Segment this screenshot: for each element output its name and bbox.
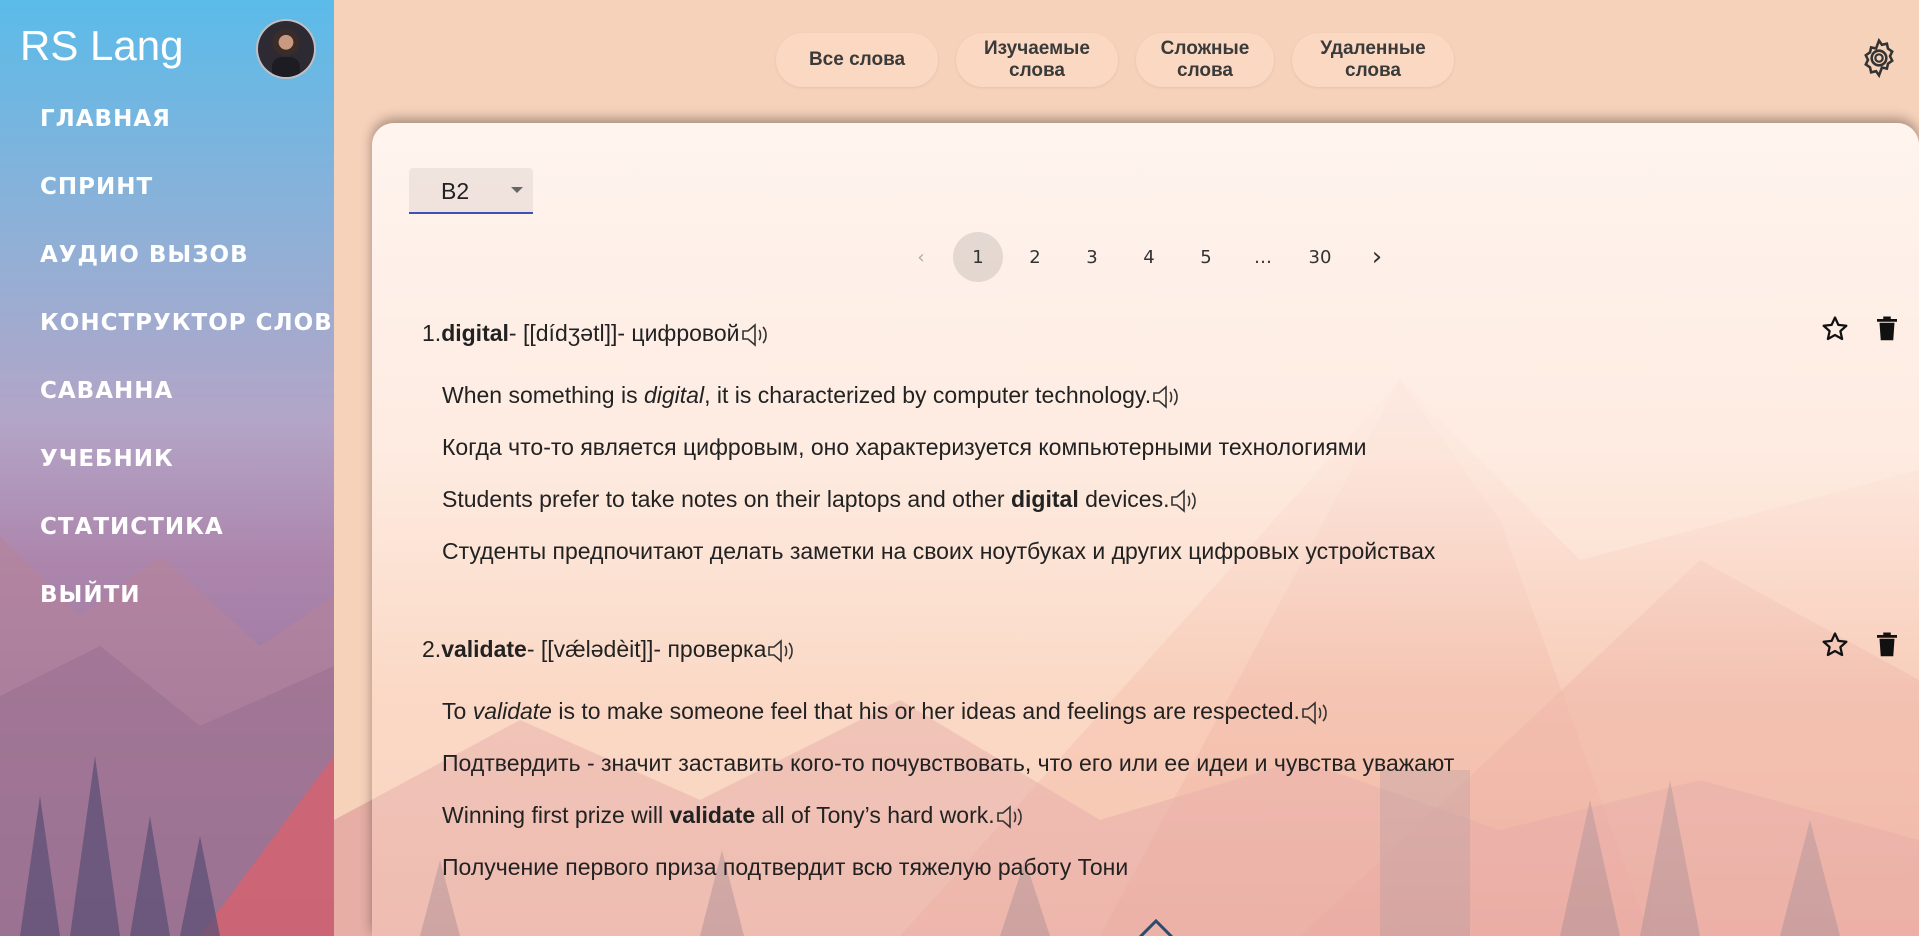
nav-item-sprint[interactable]: СПРИНТ xyxy=(40,170,333,238)
chevron-up-icon[interactable] xyxy=(1136,915,1176,936)
speaker-icon[interactable] xyxy=(1300,699,1332,727)
gear-icon[interactable] xyxy=(1857,36,1901,80)
sidebar: RS Lang ГЛАВНАЯ СПРИНТ АУДИО ВЫЗОВ КОНСТ… xyxy=(0,0,334,936)
example-sentence: Students prefer to take notes on their l… xyxy=(442,473,1902,525)
nav-item-textbook[interactable]: УЧЕБНИК xyxy=(40,442,333,510)
word-separator: - xyxy=(508,320,523,346)
word-actions xyxy=(1820,629,1902,661)
speaker-icon[interactable] xyxy=(740,321,772,349)
speaker-icon[interactable] xyxy=(1151,383,1183,411)
speaker-icon[interactable] xyxy=(995,803,1027,831)
nav-item-audio-challenge[interactable]: АУДИО ВЫЗОВ xyxy=(40,238,333,306)
word-transcription: [[vǽlədèit]] xyxy=(540,636,654,662)
pagination-next-button[interactable]: › xyxy=(1352,232,1402,282)
word-card: 1.digital- [[dídʒətl]]- цифровой When so… xyxy=(422,313,1902,577)
pagination-prev-button[interactable]: ‹ xyxy=(896,232,946,282)
trash-icon[interactable] xyxy=(1872,629,1902,661)
word-actions xyxy=(1820,313,1902,345)
word-transcription: [[dídʒətl]] xyxy=(522,320,618,346)
word-filter-tabs: Все слова Изучаемые слова Сложные слова … xyxy=(776,33,1454,87)
word-card: 2.validate- [[vǽlədèit]]- проверка To va… xyxy=(422,629,1902,893)
nav-item-logout[interactable]: ВЫЙТИ xyxy=(40,578,333,646)
pagination-ellipsis: … xyxy=(1254,246,1272,268)
pagination-page[interactable]: 4 xyxy=(1124,232,1174,282)
tab-hard-words[interactable]: Сложные слова xyxy=(1136,33,1274,87)
pagination-page[interactable]: 2 xyxy=(1010,232,1060,282)
level-select[interactable]: B2 xyxy=(409,168,533,214)
pagination-page[interactable]: 3 xyxy=(1067,232,1117,282)
word-translation: цифровой xyxy=(631,320,740,346)
tab-learning-words[interactable]: Изучаемые слова xyxy=(956,33,1118,87)
example-translation: Студенты предпочитают делать заметки на … xyxy=(442,538,1436,564)
word-separator: - xyxy=(526,636,541,662)
word-text: validate xyxy=(441,636,527,662)
example-sentence: Winning first prize will validate all of… xyxy=(442,789,1902,841)
example-translation: Получение первого приза подтвердит всю т… xyxy=(442,854,1129,880)
speaker-icon[interactable] xyxy=(766,637,798,665)
pagination-page[interactable]: 1 xyxy=(953,232,1003,282)
meaning-sentence: To validate is to make someone feel that… xyxy=(442,685,1902,737)
textbook-panel: B2 ‹ 1 2 3 4 5 … 30 › 1.digital- [[dídʒə… xyxy=(372,123,1919,936)
nav-item-word-constructor[interactable]: КОНСТРУКТОР СЛОВ xyxy=(40,306,333,374)
star-icon[interactable] xyxy=(1820,313,1850,345)
word-text: digital xyxy=(441,320,509,346)
word-separator: - xyxy=(617,320,632,346)
speaker-icon[interactable] xyxy=(1169,487,1201,515)
tab-all-words[interactable]: Все слова xyxy=(776,33,938,87)
app-title[interactable]: RS Lang xyxy=(20,22,183,70)
sidebar-nav: ГЛАВНАЯ СПРИНТ АУДИО ВЫЗОВ КОНСТРУКТОР С… xyxy=(40,102,333,646)
word-header: 1.digital- [[dídʒətl]]- цифровой xyxy=(422,313,1902,353)
word-index: 2. xyxy=(422,636,442,662)
word-separator: - xyxy=(653,636,668,662)
pagination: ‹ 1 2 3 4 5 … 30 › xyxy=(896,232,1409,282)
nav-item-statistics[interactable]: СТАТИСТИКА xyxy=(40,510,333,578)
word-header: 2.validate- [[vǽlədèit]]- проверка xyxy=(422,629,1902,669)
word-index: 1. xyxy=(422,320,442,346)
chevron-down-icon xyxy=(511,187,523,193)
meaning-translation: Подтвердить - значит заставить кого-то п… xyxy=(442,750,1455,776)
nav-item-main[interactable]: ГЛАВНАЯ xyxy=(40,102,333,170)
pagination-page[interactable]: 30 xyxy=(1295,232,1345,282)
trash-icon[interactable] xyxy=(1872,313,1902,345)
level-select-value: B2 xyxy=(441,178,470,204)
nav-item-savannah[interactable]: САВАННА xyxy=(40,374,333,442)
meaning-sentence: When something is digital, it is charact… xyxy=(442,369,1902,421)
tab-deleted-words[interactable]: Удаленные слова xyxy=(1292,33,1454,87)
meaning-translation: Когда что-то является цифровым, оно хара… xyxy=(442,434,1367,460)
word-translation: проверка xyxy=(667,636,767,662)
star-icon[interactable] xyxy=(1820,629,1850,661)
pagination-page[interactable]: 5 xyxy=(1181,232,1231,282)
avatar[interactable] xyxy=(256,19,316,79)
